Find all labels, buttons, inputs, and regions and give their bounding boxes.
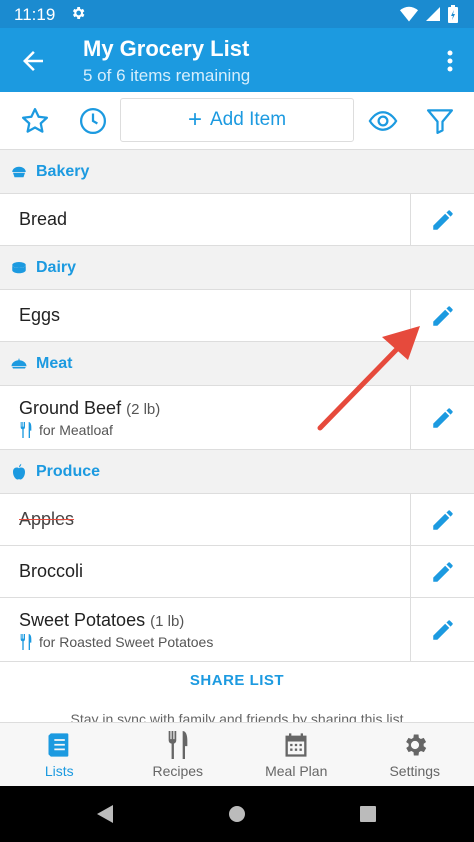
nav-meal-plan[interactable]: Meal Plan bbox=[237, 723, 356, 786]
more-options-icon[interactable] bbox=[440, 46, 460, 76]
list-item-sweet-potatoes[interactable]: Sweet Potatoes (1 lb) for Roasted Sweet … bbox=[0, 598, 474, 662]
nav-settings[interactable]: Settings bbox=[356, 723, 474, 786]
list-toolbar: + Add Item bbox=[0, 92, 474, 150]
recipes-icon bbox=[168, 730, 188, 759]
fork-knife-icon bbox=[20, 634, 32, 650]
filter-icon[interactable] bbox=[425, 106, 455, 136]
item-note: for Roasted Sweet Potatoes bbox=[19, 634, 213, 650]
history-clock-icon[interactable] bbox=[78, 106, 108, 136]
plus-icon: + bbox=[187, 106, 202, 133]
category-name: Meat bbox=[36, 354, 73, 372]
lists-icon bbox=[48, 732, 69, 757]
add-item-button[interactable]: + Add Item bbox=[120, 98, 354, 142]
edit-button[interactable] bbox=[410, 194, 474, 245]
category-name: Produce bbox=[36, 462, 101, 480]
add-item-label: Add Item bbox=[209, 109, 287, 130]
nav-recipes[interactable]: Recipes bbox=[119, 723, 238, 786]
category-name: Bakery bbox=[36, 162, 90, 180]
signal-icon bbox=[426, 7, 440, 21]
category-header-meat: Meat bbox=[0, 342, 474, 386]
bottom-nav: Lists Recipes Meal Plan Settings bbox=[0, 722, 474, 786]
battery-icon bbox=[448, 5, 458, 23]
page-title: My Grocery List bbox=[83, 36, 250, 61]
edit-button[interactable] bbox=[410, 598, 474, 661]
app-bar: My Grocery List 5 of 6 items remaining bbox=[0, 28, 474, 92]
category-header-produce: Produce bbox=[0, 450, 474, 494]
back-arrow-icon[interactable] bbox=[18, 46, 48, 76]
pencil-icon bbox=[432, 407, 453, 428]
grocery-list: Bakery Bread Dairy Eggs Meat Ground Beef… bbox=[0, 150, 474, 662]
item-name-text: Ground Beef bbox=[19, 398, 122, 418]
category-header-bakery: Bakery bbox=[0, 150, 474, 194]
star-icon[interactable] bbox=[20, 106, 50, 136]
item-name: Ground Beef (2 lb) bbox=[19, 398, 160, 419]
nav-label: Recipes bbox=[152, 762, 204, 779]
category-header-dairy: Dairy bbox=[0, 246, 474, 290]
nav-label: Lists bbox=[44, 762, 74, 779]
nav-label: Meal Plan bbox=[265, 762, 328, 779]
list-item-eggs[interactable]: Eggs bbox=[0, 290, 474, 342]
system-home-icon[interactable] bbox=[227, 804, 247, 824]
item-name: Sweet Potatoes (1 lb) bbox=[19, 610, 184, 631]
edit-button[interactable] bbox=[410, 386, 474, 449]
share-list-button[interactable]: SHARE LIST bbox=[0, 672, 474, 689]
status-icons bbox=[400, 5, 458, 23]
item-name: Broccoli bbox=[19, 561, 84, 581]
note-text: for Roasted Sweet Potatoes bbox=[39, 634, 214, 650]
meal-plan-icon bbox=[285, 732, 307, 757]
system-recents-icon[interactable] bbox=[359, 805, 377, 823]
pencil-icon bbox=[432, 305, 453, 326]
nav-label: Settings bbox=[389, 762, 441, 779]
item-name: Bread bbox=[19, 209, 68, 229]
fork-knife-icon bbox=[20, 422, 32, 438]
settings-icon bbox=[405, 734, 426, 755]
gear-icon bbox=[72, 7, 85, 19]
produce-icon bbox=[13, 463, 25, 479]
bakery-icon bbox=[12, 166, 26, 177]
system-nav-bar bbox=[0, 786, 474, 842]
pencil-icon bbox=[432, 619, 453, 640]
edit-button[interactable] bbox=[410, 290, 474, 341]
item-name-checked: Apples bbox=[19, 509, 75, 529]
category-name: Dairy bbox=[36, 258, 77, 276]
pencil-icon bbox=[432, 509, 453, 530]
item-name-text: Sweet Potatoes bbox=[19, 610, 146, 630]
edit-button[interactable] bbox=[410, 494, 474, 545]
edit-button[interactable] bbox=[410, 546, 474, 597]
item-name: Eggs bbox=[19, 305, 61, 325]
note-text: for Meatloaf bbox=[39, 422, 113, 438]
list-item-broccoli[interactable]: Broccoli bbox=[0, 546, 474, 598]
list-item-bread[interactable]: Bread bbox=[0, 194, 474, 246]
item-note: for Meatloaf bbox=[19, 422, 113, 438]
status-bar: 11:19 bbox=[0, 0, 474, 28]
nav-lists[interactable]: Lists bbox=[0, 723, 119, 786]
system-back-icon[interactable] bbox=[95, 804, 115, 824]
pencil-icon bbox=[432, 209, 453, 230]
pencil-icon bbox=[432, 561, 453, 582]
eye-icon[interactable] bbox=[368, 106, 398, 136]
list-item-ground-beef[interactable]: Ground Beef (2 lb) for Meatloaf bbox=[0, 386, 474, 450]
item-quantity: (1 lb) bbox=[150, 613, 185, 630]
list-item-apples[interactable]: Apples bbox=[0, 494, 474, 546]
status-time: 11:19 bbox=[14, 5, 56, 24]
items-remaining: 5 of 6 items remaining bbox=[83, 66, 251, 85]
dairy-icon bbox=[12, 261, 26, 273]
meat-icon bbox=[11, 357, 27, 368]
wifi-icon bbox=[400, 6, 418, 22]
item-quantity: (2 lb) bbox=[126, 401, 161, 418]
